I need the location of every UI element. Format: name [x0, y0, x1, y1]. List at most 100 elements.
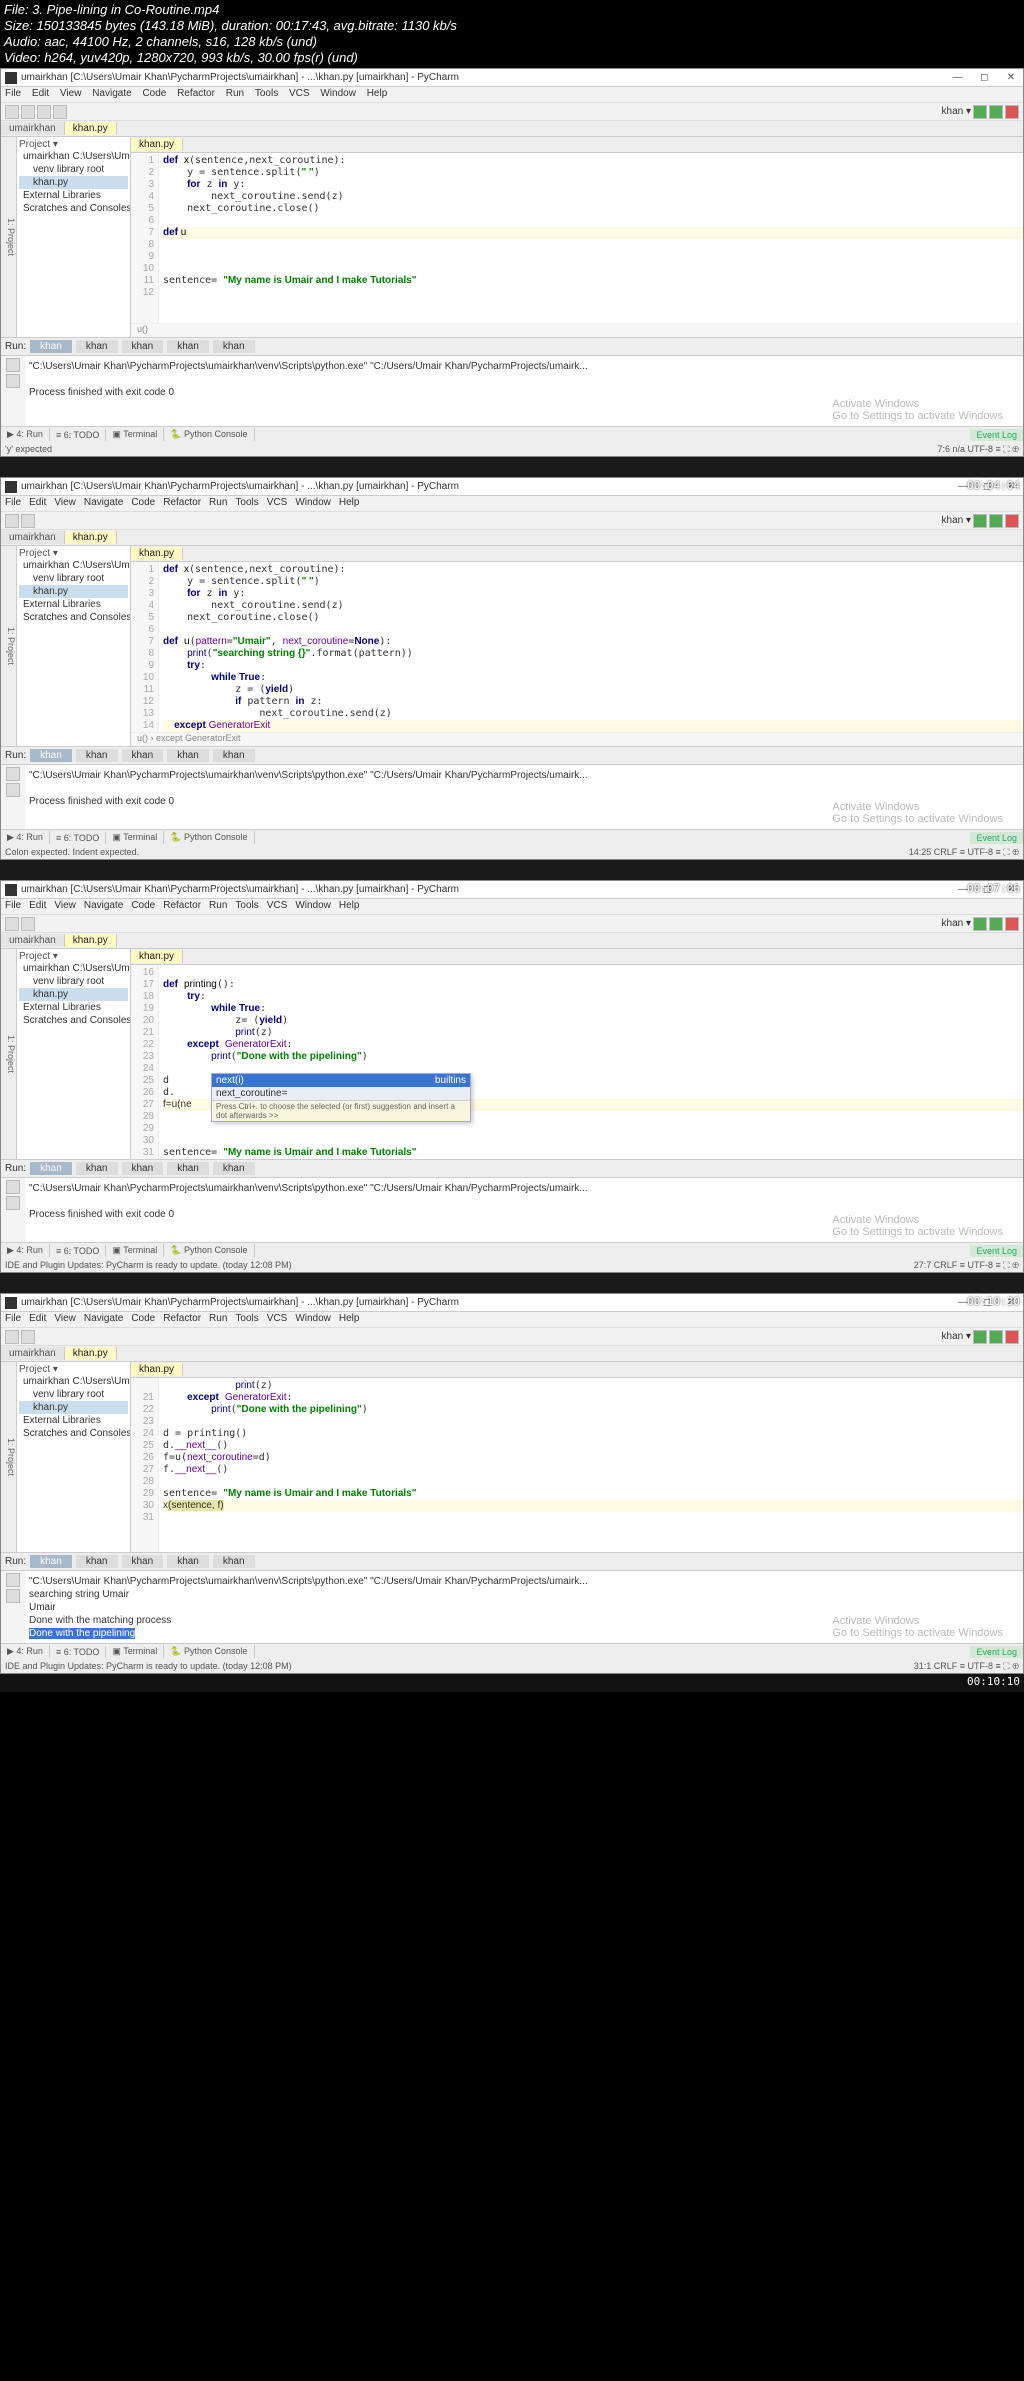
run-button[interactable] [973, 1330, 987, 1344]
todo-tool-btn[interactable]: ≡ 6: TODO [50, 1646, 106, 1658]
project-tab[interactable]: 1: Project [1, 137, 17, 337]
crumb-file[interactable]: khan.py [65, 531, 117, 544]
menu-refactor[interactable]: Refactor [159, 1312, 205, 1325]
tree-ext-libs[interactable]: External Libraries [19, 598, 128, 611]
editor[interactable]: 123456789101112131415 def x(sentence,nex… [131, 562, 1023, 732]
menu-help[interactable]: Help [335, 1312, 364, 1325]
menu-view[interactable]: View [50, 899, 80, 912]
tree-ext-libs[interactable]: External Libraries [19, 1414, 128, 1427]
rerun-button[interactable] [6, 767, 20, 781]
menu-window[interactable]: Window [291, 899, 335, 912]
menu-refactor[interactable]: Refactor [159, 899, 205, 912]
menu-view[interactable]: View [56, 87, 86, 100]
run-tab[interactable]: khan [167, 1555, 209, 1568]
menu-tools[interactable]: Tools [231, 899, 262, 912]
menu-tools[interactable]: Tools [231, 496, 262, 509]
menu-run[interactable]: Run [205, 899, 231, 912]
open-icon[interactable] [5, 917, 19, 931]
project-tab[interactable]: 1: Project [1, 1362, 17, 1552]
code-content[interactable]: def x(sentence,next_coroutine): y = sent… [159, 562, 1023, 732]
tree-ext-libs[interactable]: External Libraries [19, 1001, 128, 1014]
run-output[interactable]: "C:\Users\Umair Khan\PycharmProjects\uma… [25, 1571, 1023, 1643]
menu-navigate[interactable]: Navigate [80, 1312, 127, 1325]
run-button[interactable] [973, 105, 987, 119]
rerun-button[interactable] [6, 1180, 20, 1194]
menu-tools[interactable]: Tools [231, 1312, 262, 1325]
menu-view[interactable]: View [50, 1312, 80, 1325]
tree-scratches[interactable]: Scratches and Consoles [19, 611, 128, 624]
editor-tab[interactable]: khan.py [131, 547, 183, 560]
ac-item[interactable]: next_coroutine= [212, 1087, 470, 1100]
run-tab[interactable]: khan [76, 340, 118, 353]
run-tool-btn[interactable]: ▶ 4: Run [1, 1645, 50, 1658]
menu-window[interactable]: Window [291, 1312, 335, 1325]
run-config-label[interactable]: khan ▾ [942, 918, 971, 929]
menubar[interactable]: File Edit View Navigate Code Refactor Ru… [1, 87, 1023, 103]
menu-file[interactable]: File [1, 899, 25, 912]
menu-vcs[interactable]: VCS [263, 899, 292, 912]
run-tab[interactable]: khan [122, 1162, 164, 1175]
todo-tool-btn[interactable]: ≡ 6: TODO [50, 832, 106, 844]
run-config-label[interactable]: khan ▾ [942, 1331, 971, 1342]
menu-refactor[interactable]: Refactor [173, 87, 219, 100]
tree-khan-py[interactable]: khan.py [19, 585, 128, 598]
editor-tab[interactable]: khan.py [131, 138, 183, 151]
run-tab[interactable]: khan [213, 1162, 255, 1175]
menu-file[interactable]: File [1, 87, 25, 100]
menu-window[interactable]: Window [291, 496, 335, 509]
code-content[interactable]: def x(sentence,next_coroutine): y = sent… [159, 153, 1023, 323]
debug-button[interactable] [989, 917, 1003, 931]
run-output[interactable]: "C:\Users\Umair Khan\PycharmProjects\uma… [25, 356, 1023, 426]
run-tab[interactable]: khan [167, 340, 209, 353]
tree-venv[interactable]: venv library root [19, 572, 128, 585]
menu-vcs[interactable]: VCS [285, 87, 314, 100]
menu-edit[interactable]: Edit [25, 899, 50, 912]
menu-edit[interactable]: Edit [28, 87, 53, 100]
run-tool-btn[interactable]: ▶ 4: Run [1, 428, 50, 441]
run-tab[interactable]: khan [213, 749, 255, 762]
autocomplete-popup[interactable]: next(i)builtins next_coroutine= Press Ct… [211, 1073, 471, 1122]
run-tab[interactable]: khan [122, 1555, 164, 1568]
stop-button[interactable] [1005, 917, 1019, 931]
menu-vcs[interactable]: VCS [263, 496, 292, 509]
save-icon[interactable] [21, 917, 35, 931]
menu-code[interactable]: Code [138, 87, 170, 100]
project-tab[interactable]: 1: Project [1, 949, 17, 1159]
run-tab[interactable]: khan [167, 1162, 209, 1175]
run-tab[interactable]: khan [213, 1555, 255, 1568]
menu-navigate[interactable]: Navigate [80, 899, 127, 912]
project-view-selector[interactable]: Project ▾ [19, 139, 128, 150]
run-tab[interactable]: khan [76, 749, 118, 762]
editor[interactable]: 16171819202122232425262728293031 def pri… [131, 965, 1023, 1159]
menu-file[interactable]: File [1, 496, 25, 509]
run-button[interactable] [973, 514, 987, 528]
project-view-selector[interactable]: Project ▾ [19, 1364, 128, 1375]
menu-navigate[interactable]: Navigate [80, 496, 127, 509]
stop-button[interactable] [1005, 514, 1019, 528]
close-button[interactable]: ✕ [999, 72, 1023, 83]
tree-venv[interactable]: venv library root [19, 1388, 128, 1401]
rerun-button[interactable] [6, 358, 20, 372]
menu-run[interactable]: Run [205, 1312, 231, 1325]
tree-scratches[interactable]: Scratches and Consoles [19, 1014, 128, 1027]
save-icon[interactable] [21, 1330, 35, 1344]
run-tool-btn[interactable]: ▶ 4: Run [1, 831, 50, 844]
rerun-button[interactable] [6, 1573, 20, 1587]
run-tab[interactable]: khan [122, 749, 164, 762]
stop-button[interactable] [1005, 105, 1019, 119]
run-tab[interactable]: khan [122, 340, 164, 353]
save-icon[interactable] [21, 105, 35, 119]
menu-run[interactable]: Run [222, 87, 248, 100]
menu-help[interactable]: Help [335, 496, 364, 509]
tree-scratches[interactable]: Scratches and Consoles [19, 202, 128, 215]
todo-tool-btn[interactable]: ≡ 6: TODO [50, 1245, 106, 1257]
menu-edit[interactable]: Edit [25, 1312, 50, 1325]
code-content[interactable]: def printing(): try: while True: z= (yie… [159, 965, 1023, 1159]
crumb-project[interactable]: umairkhan [1, 1347, 65, 1360]
menu-window[interactable]: Window [316, 87, 360, 100]
menu-edit[interactable]: Edit [25, 496, 50, 509]
menu-view[interactable]: View [50, 496, 80, 509]
project-view-selector[interactable]: Project ▾ [19, 548, 128, 559]
tree-ext-libs[interactable]: External Libraries [19, 189, 128, 202]
python-console-btn[interactable]: 🐍 Python Console [164, 1645, 254, 1658]
